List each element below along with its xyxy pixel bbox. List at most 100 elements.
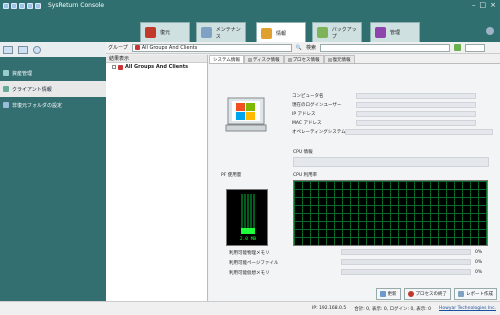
client-tree: 結果表示 All Groups And Clients (106, 55, 208, 301)
asset-icon (3, 70, 9, 76)
sidebar-item-label: 非復元フォルダの設定 (12, 102, 63, 109)
manage-icon (375, 27, 386, 38)
quick-icon-1[interactable] (3, 3, 9, 9)
label-ip-address: IP アドレス (292, 112, 316, 117)
action-buttons: 更新 プロセスの終了 レポート作成 (209, 287, 500, 301)
minimize-icon[interactable]: – (472, 2, 476, 9)
tab-manage[interactable]: 管理 (370, 22, 420, 42)
search-go-icon[interactable] (453, 44, 461, 51)
tab-maintenance[interactable]: メンテナンス (196, 22, 246, 42)
tab-process-info[interactable]: プロセス情報 (283, 55, 324, 63)
status-bar: IP: 192.168.0.5 合計: 0, 表示: 0, ログイン: 0, 表… (0, 301, 500, 315)
options-select[interactable] (464, 43, 485, 52)
ribbon: 復元 メンテナンス 情報 バックアップ 管理 (0, 22, 500, 44)
tab-disk-info[interactable]: ディスク情報 (243, 55, 284, 63)
search-icon: 🔍 (295, 44, 302, 51)
sidebar-item-client[interactable]: クライアント情報 (0, 81, 106, 97)
view-list-icon[interactable] (18, 45, 28, 54)
report-icon (458, 291, 464, 297)
tab-backup[interactable]: バックアップ (312, 22, 362, 42)
tab-label: 管理 (390, 30, 401, 36)
restore-icon (145, 27, 156, 38)
sidebar: 資産管理 クライアント情報 非復元フォルダの設定 (0, 42, 106, 315)
folder-icon (3, 102, 9, 108)
refresh-button[interactable]: 更新 (375, 288, 401, 300)
field-cpu-info (293, 157, 489, 167)
cpu-usage-graph (293, 180, 488, 246)
tree-header: 結果表示 (106, 55, 207, 63)
search-label: 検索 (305, 45, 316, 51)
window-controls: – □ × (472, 2, 496, 9)
info-icon (261, 28, 272, 39)
detail-panel: システム情報 ディスク情報 プロセス情報 復元情報 コンピュータ名 現在のログイ… (209, 55, 500, 301)
label-physical-memory: 利用可能物理メモリ (229, 251, 270, 256)
company-link[interactable]: Howyar Technologies Inc. (439, 306, 496, 311)
cpu-usage-label: CPU 利用率 (293, 173, 318, 178)
pct-virtual-memory: 0% (475, 270, 483, 275)
tab-info[interactable]: 情報 (256, 22, 306, 44)
field-computer-name (356, 93, 476, 99)
tab-label: 情報 (276, 31, 287, 37)
window-title: SysReturn Console (48, 2, 105, 9)
close-icon[interactable]: × (490, 2, 496, 9)
status-counts: 合計: 0, 表示: 0, ログイン: 0, 表示: 0 (354, 306, 432, 312)
sidebar-item-asset[interactable]: 資産管理 (0, 65, 106, 81)
pct-page-file: 0% (475, 260, 483, 265)
tab-restore-info[interactable]: 復元情報 (323, 55, 355, 63)
client-icon (3, 86, 9, 92)
system-info-panel: コンピュータ名 現在のログインユーザー IP アドレス MAC アドレス オペレ… (209, 64, 500, 301)
group-icon (134, 45, 140, 50)
group-label: グループ (108, 45, 128, 51)
tab-system-info[interactable]: システム情報 (209, 55, 244, 63)
label-mac-address: MAC アドレス (292, 121, 322, 126)
tab-label: バックアップ (331, 26, 357, 40)
bar-page-file (341, 259, 471, 265)
tree-root-item[interactable]: All Groups And Clients (106, 63, 207, 71)
tab-label: メンテナンス (215, 26, 241, 40)
sidebar-item-folder[interactable]: 非復元フォルダの設定 (0, 97, 106, 113)
quick-icon-2[interactable] (11, 3, 17, 9)
pf-readout: 2.0 MB (239, 237, 257, 242)
sidebar-item-label: クライアント情報 (12, 86, 52, 93)
group-select[interactable]: All Groups And Clients (131, 43, 292, 52)
end-process-button[interactable]: プロセスの終了 (403, 288, 451, 300)
field-ip-address (356, 111, 476, 117)
process-icon (287, 57, 292, 62)
restore-info-icon (327, 57, 332, 62)
maintenance-icon (201, 27, 212, 38)
subtab-bar: システム情報 ディスク情報 プロセス情報 復元情報 (209, 55, 500, 64)
label-computer-name: コンピュータ名 (292, 94, 324, 99)
sidebar-toolbar (0, 42, 106, 57)
search-input[interactable] (319, 43, 450, 52)
maximize-icon[interactable]: □ (480, 2, 487, 9)
title-bar: SysReturn Console – □ × (0, 0, 500, 22)
create-report-button[interactable]: レポート作成 (454, 288, 497, 300)
sidebar-item-label: 資産管理 (12, 70, 33, 77)
disk-icon (247, 57, 252, 62)
group-icon (118, 64, 123, 70)
view-grid-icon[interactable] (3, 45, 13, 54)
label-os: オペレーティングシステム (292, 130, 346, 135)
expand-icon[interactable] (112, 65, 116, 69)
status-ip: IP: 192.168.0.5 (312, 306, 347, 311)
label-cpu-info: CPU 情報 (293, 150, 313, 155)
label-login-user: 現在のログインユーザー (292, 103, 342, 108)
refresh-icon[interactable] (33, 45, 41, 54)
bar-physical-memory (341, 249, 471, 255)
windows-computer-icon (224, 94, 268, 134)
quick-icon-4[interactable] (27, 3, 33, 9)
backup-icon (317, 27, 328, 38)
pct-physical-memory: 0% (475, 250, 483, 255)
bar-virtual-memory (341, 269, 471, 275)
stop-icon (407, 291, 414, 297)
help-icon[interactable] (486, 27, 494, 35)
quick-icon-5[interactable] (35, 3, 41, 9)
pf-usage-meter: 2.0 MB (226, 189, 268, 246)
quick-icon-3[interactable] (19, 3, 25, 9)
pf-fill (241, 228, 255, 234)
field-os (345, 129, 493, 135)
pf-usage-label: PF 使用量 (221, 173, 242, 178)
field-login-user (356, 102, 476, 108)
tab-restore[interactable]: 復元 (140, 22, 190, 42)
label-page-file: 利用可能ページファイル (229, 261, 279, 266)
